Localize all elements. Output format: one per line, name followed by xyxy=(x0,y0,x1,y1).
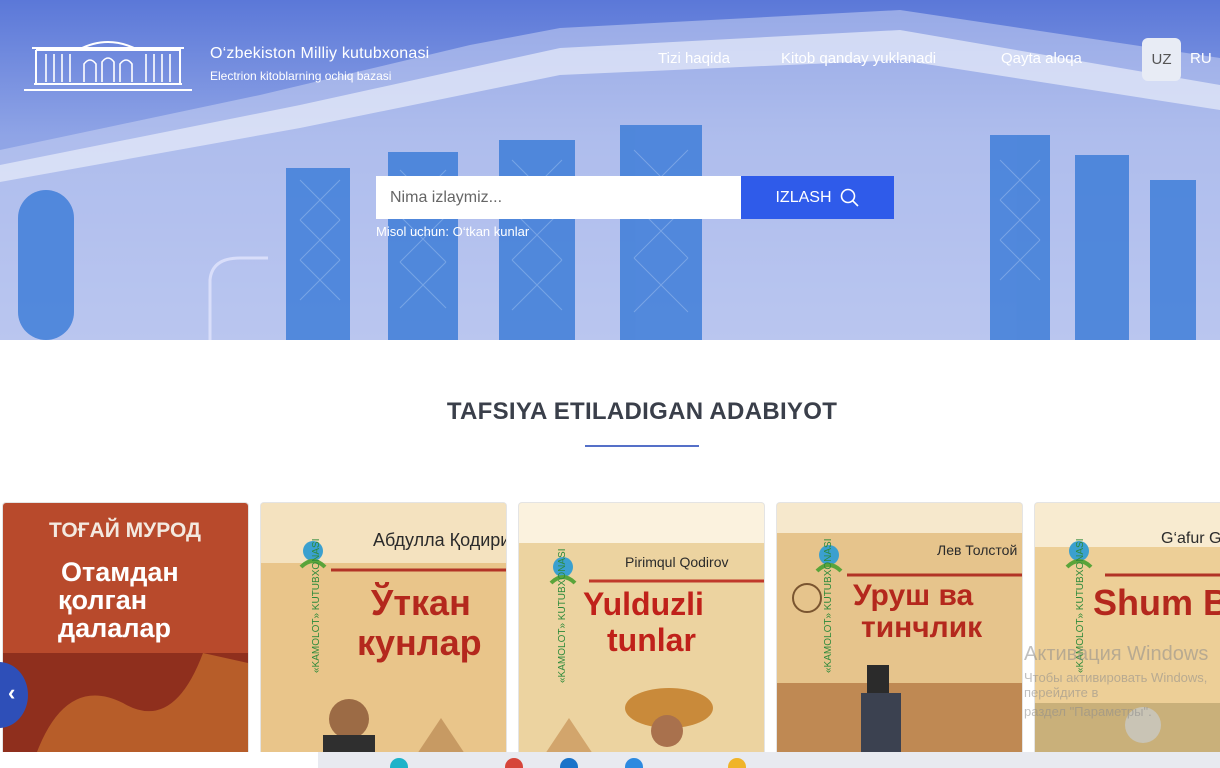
book-author: Лев Толстой xyxy=(937,542,1017,558)
book-title-line: тинчлик xyxy=(861,611,983,644)
book-title-line: қолган xyxy=(58,585,147,615)
book-card[interactable]: «KAMOLOT» KUTUBXONASI G‘afur G‘ulom Shum… xyxy=(1035,503,1220,763)
publisher-badge: «KAMOLOT» KUTUBXONASI xyxy=(311,539,322,673)
hero-banner: O‘zbekiston Milliy kutubxonasi Electrion… xyxy=(0,0,1220,340)
windows-activation-watermark: Активация Windows Чтобы активировать Win… xyxy=(1024,643,1220,719)
search-button[interactable]: IZLASH xyxy=(741,176,894,219)
lang-ru-button[interactable]: RU xyxy=(1190,50,1212,67)
publisher-badge: «KAMOLOT» KUTUBXONASI xyxy=(557,549,568,683)
search-input[interactable] xyxy=(376,176,741,219)
book-title-line: Отамдан xyxy=(61,557,179,587)
book-title-line: Shum BOL xyxy=(1093,582,1220,623)
book-title-line: tunlar xyxy=(607,622,696,658)
book-card[interactable]: ТОҒАЙ МУРОД Отамдан қолган далалар xyxy=(3,503,248,763)
nav-link-how-to-download[interactable]: Kitob qanday yuklanadi xyxy=(781,50,936,67)
book-card[interactable]: «KAMOLOT» KUTUBXONASI Pirimqul Qodirov Y… xyxy=(519,503,764,763)
book-card[interactable]: «KAMOLOT» KUTUBXONASI Лев Толстой Уруш в… xyxy=(777,503,1022,763)
book-cover: ТОҒАЙ МУРОД Отамдан қолган далалар xyxy=(3,503,248,763)
section-title: TAFSIYA ETILADIGAN ADABIYOT xyxy=(446,398,838,425)
share-icon: ‹ xyxy=(8,680,16,705)
nav-link-about[interactable]: Tizi haqida xyxy=(658,50,730,67)
book-author: Pirimqul Qodirov xyxy=(625,554,728,570)
book-author: Абдулла Қодирий xyxy=(373,530,506,550)
book-cover: «KAMOLOT» KUTUBXONASI Лев Толстой Уруш в… xyxy=(777,503,1022,763)
book-title-line: далалар xyxy=(58,613,171,643)
taskbar-search-area[interactable] xyxy=(0,752,318,768)
main-nav: Tizi haqida Kitob qanday yuklanadi Qayta… xyxy=(0,50,1220,72)
book-title-line: Yulduzli xyxy=(583,586,704,622)
search-button-label: IZLASH xyxy=(775,188,832,206)
search-hint[interactable]: Misol uchun: O‘tkan kunlar xyxy=(376,224,529,239)
book-cover: «KAMOLOT» KUTUBXONASI G‘afur G‘ulom Shum… xyxy=(1035,503,1220,763)
publisher-badge: «KAMOLOT» KUTUBXONASI xyxy=(823,539,834,673)
nav-link-feedback[interactable]: Qayta aloqa xyxy=(1001,50,1082,67)
watermark-line: раздел "Параметры". xyxy=(1024,704,1152,719)
search-bar: IZLASH xyxy=(376,176,894,219)
book-title-line: кунлар xyxy=(357,622,482,663)
book-cover: «KAMOLOT» KUTUBXONASI Абдулла Қодирий Ўт… xyxy=(261,503,506,763)
book-title-line: Уруш ва xyxy=(853,579,974,612)
section-title-underline xyxy=(585,445,699,447)
book-title-line: Ўткан xyxy=(370,581,471,623)
book-card[interactable]: «KAMOLOT» KUTUBXONASI Абдулла Қодирий Ўт… xyxy=(261,503,506,763)
lang-uz-button[interactable]: UZ xyxy=(1142,38,1181,81)
book-author: ТОҒАЙ МУРОД xyxy=(49,518,201,542)
watermark-line: Активация Windows xyxy=(1024,643,1209,665)
search-icon xyxy=(840,188,859,207)
book-cover: «KAMOLOT» KUTUBXONASI Pirimqul Qodirov Y… xyxy=(519,503,764,763)
book-author: G‘afur G‘ulom xyxy=(1161,530,1220,547)
watermark-line: Чтобы активировать Windows, перейдите в xyxy=(1024,670,1208,700)
